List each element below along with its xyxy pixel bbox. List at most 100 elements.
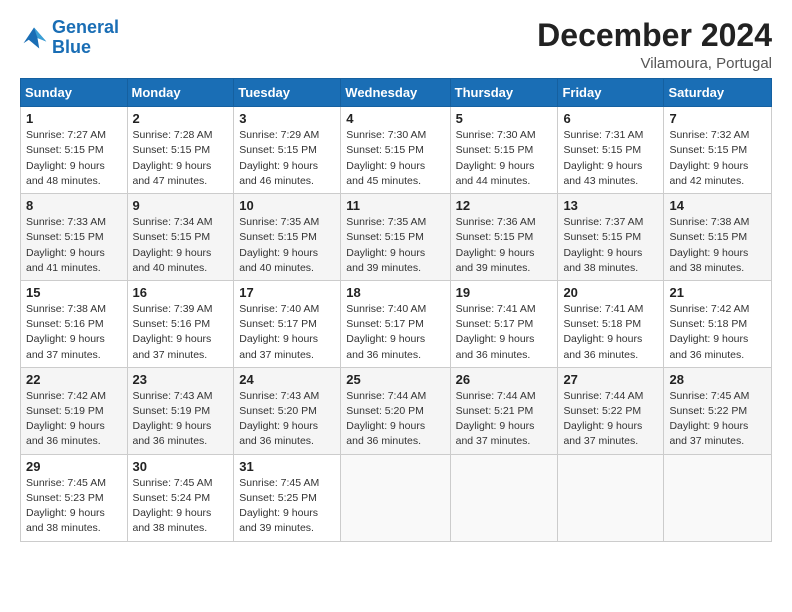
day-detail: Sunrise: 7:29 AM Sunset: 5:15 PM Dayligh… [239,128,335,189]
logo: General Blue [20,18,119,58]
day-number: 29 [26,459,122,474]
day-number: 1 [26,111,122,126]
day-detail: Sunrise: 7:44 AM Sunset: 5:20 PM Dayligh… [346,389,444,450]
day-detail: Sunrise: 7:38 AM Sunset: 5:15 PM Dayligh… [669,215,766,276]
week-row-1: 1Sunrise: 7:27 AM Sunset: 5:15 PM Daylig… [21,107,772,194]
week-row-5: 29 Sunrise: 7:45 AM Sunset: 5:23 PM Dayli… [21,454,772,541]
day-number: 9 [133,198,229,213]
day-number: 12 [456,198,553,213]
day-number: 8 [26,198,122,213]
day-cell: 28 Sunrise: 7:45 AM Sunset: 5:22 PM Dayli… [664,367,772,454]
day-cell: 2Sunrise: 7:28 AM Sunset: 5:15 PM Daylig… [127,107,234,194]
day-number: 21 [669,285,766,300]
day-detail: Sunrise: 7:44 AM Sunset: 5:21 PM Dayligh… [456,389,553,450]
day-cell [558,454,664,541]
day-detail: Sunrise: 7:40 AM Sunset: 5:17 PM Dayligh… [346,302,444,363]
day-cell: 30Sunrise: 7:45 AM Sunset: 5:24 PM Dayli… [127,454,234,541]
month-title: December 2024 [537,18,772,53]
day-number: 18 [346,285,444,300]
day-number: 24 [239,372,335,387]
day-detail: Sunrise: 7:43 AM Sunset: 5:20 PM Dayligh… [239,389,335,450]
day-number: 31 [239,459,335,474]
day-detail: Sunrise: 7:43 AM Sunset: 5:19 PM Dayligh… [133,389,229,450]
col-wednesday: Wednesday [341,79,450,107]
col-thursday: Thursday [450,79,558,107]
day-number: 14 [669,198,766,213]
day-cell: 10 Sunrise: 7:35 AM Sunset: 5:15 PM Dayli… [234,194,341,281]
day-detail: Sunrise: 7:31 AM Sunset: 5:15 PM Dayligh… [563,128,658,189]
day-number: 15 [26,285,122,300]
day-number: 25 [346,372,444,387]
col-monday: Monday [127,79,234,107]
day-detail: Sunrise: 7:42 AM Sunset: 5:19 PM Dayligh… [26,389,122,450]
day-number: 28 [669,372,766,387]
day-cell: 16Sunrise: 7:39 AM Sunset: 5:16 PM Dayli… [127,280,234,367]
day-cell: 29 Sunrise: 7:45 AM Sunset: 5:23 PM Dayli… [21,454,128,541]
day-number: 6 [563,111,658,126]
day-cell [664,454,772,541]
day-number: 19 [456,285,553,300]
day-cell [341,454,450,541]
day-cell: 12 Sunrise: 7:36 AM Sunset: 5:15 PM Dayli… [450,194,558,281]
day-number: 23 [133,372,229,387]
day-detail: Sunrise: 7:40 AM Sunset: 5:17 PM Dayligh… [239,302,335,363]
day-number: 3 [239,111,335,126]
day-detail: Sunrise: 7:34 AM Sunset: 5:15 PM Dayligh… [133,215,229,276]
day-detail: Sunrise: 7:35 AM Sunset: 5:15 PM Dayligh… [346,215,444,276]
day-detail: Sunrise: 7:45 AM Sunset: 5:22 PM Dayligh… [669,389,766,450]
day-number: 11 [346,198,444,213]
location: Vilamoura, Portugal [537,55,772,72]
day-detail: Sunrise: 7:33 AM Sunset: 5:15 PM Dayligh… [26,215,122,276]
day-number: 4 [346,111,444,126]
day-cell: 11 Sunrise: 7:35 AM Sunset: 5:15 PM Dayli… [341,194,450,281]
col-saturday: Saturday [664,79,772,107]
day-cell: 6 Sunrise: 7:31 AM Sunset: 5:15 PM Daylig… [558,107,664,194]
day-detail: Sunrise: 7:37 AM Sunset: 5:15 PM Dayligh… [563,215,658,276]
day-cell: 18 Sunrise: 7:40 AM Sunset: 5:17 PM Dayli… [341,280,450,367]
day-detail: Sunrise: 7:42 AM Sunset: 5:18 PM Dayligh… [669,302,766,363]
calendar-page: General Blue December 2024 Vilamoura, Po… [0,0,792,552]
logo-icon [20,24,48,52]
header-row: Sunday Monday Tuesday Wednesday Thursday… [21,79,772,107]
day-cell: 5Sunrise: 7:30 AM Sunset: 5:15 PM Daylig… [450,107,558,194]
day-cell: 13 Sunrise: 7:37 AM Sunset: 5:15 PM Dayli… [558,194,664,281]
day-cell: 25 Sunrise: 7:44 AM Sunset: 5:20 PM Dayli… [341,367,450,454]
day-cell: 17 Sunrise: 7:40 AM Sunset: 5:17 PM Dayli… [234,280,341,367]
week-row-4: 22 Sunrise: 7:42 AM Sunset: 5:19 PM Dayli… [21,367,772,454]
day-number: 27 [563,372,658,387]
day-cell: 26 Sunrise: 7:44 AM Sunset: 5:21 PM Dayli… [450,367,558,454]
week-row-2: 8 Sunrise: 7:33 AM Sunset: 5:15 PM Daylig… [21,194,772,281]
header: General Blue December 2024 Vilamoura, Po… [20,18,772,72]
day-number: 5 [456,111,553,126]
calendar-table: Sunday Monday Tuesday Wednesday Thursday… [20,78,772,541]
day-cell: 9 Sunrise: 7:34 AM Sunset: 5:15 PM Daylig… [127,194,234,281]
day-cell: 21 Sunrise: 7:42 AM Sunset: 5:18 PM Dayli… [664,280,772,367]
day-detail: Sunrise: 7:35 AM Sunset: 5:15 PM Dayligh… [239,215,335,276]
day-cell: 19 Sunrise: 7:41 AM Sunset: 5:17 PM Dayli… [450,280,558,367]
day-number: 10 [239,198,335,213]
day-number: 26 [456,372,553,387]
day-detail: Sunrise: 7:36 AM Sunset: 5:15 PM Dayligh… [456,215,553,276]
day-cell: 3 Sunrise: 7:29 AM Sunset: 5:15 PM Daylig… [234,107,341,194]
day-number: 17 [239,285,335,300]
day-cell [450,454,558,541]
title-block: December 2024 Vilamoura, Portugal [537,18,772,72]
day-number: 22 [26,372,122,387]
day-detail: Sunrise: 7:45 AM Sunset: 5:24 PM Dayligh… [133,476,229,537]
day-cell: 24 Sunrise: 7:43 AM Sunset: 5:20 PM Dayli… [234,367,341,454]
day-cell: 14 Sunrise: 7:38 AM Sunset: 5:15 PM Dayli… [664,194,772,281]
day-cell: 31Sunrise: 7:45 AM Sunset: 5:25 PM Dayli… [234,454,341,541]
col-tuesday: Tuesday [234,79,341,107]
day-detail: Sunrise: 7:38 AM Sunset: 5:16 PM Dayligh… [26,302,122,363]
day-number: 13 [563,198,658,213]
day-detail: Sunrise: 7:30 AM Sunset: 5:15 PM Dayligh… [346,128,444,189]
day-number: 7 [669,111,766,126]
day-detail: Sunrise: 7:45 AM Sunset: 5:23 PM Dayligh… [26,476,122,537]
day-detail: Sunrise: 7:41 AM Sunset: 5:17 PM Dayligh… [456,302,553,363]
day-detail: Sunrise: 7:44 AM Sunset: 5:22 PM Dayligh… [563,389,658,450]
col-sunday: Sunday [21,79,128,107]
day-cell: 22 Sunrise: 7:42 AM Sunset: 5:19 PM Dayli… [21,367,128,454]
day-number: 20 [563,285,658,300]
day-cell: 20Sunrise: 7:41 AM Sunset: 5:18 PM Dayli… [558,280,664,367]
day-cell: 1Sunrise: 7:27 AM Sunset: 5:15 PM Daylig… [21,107,128,194]
